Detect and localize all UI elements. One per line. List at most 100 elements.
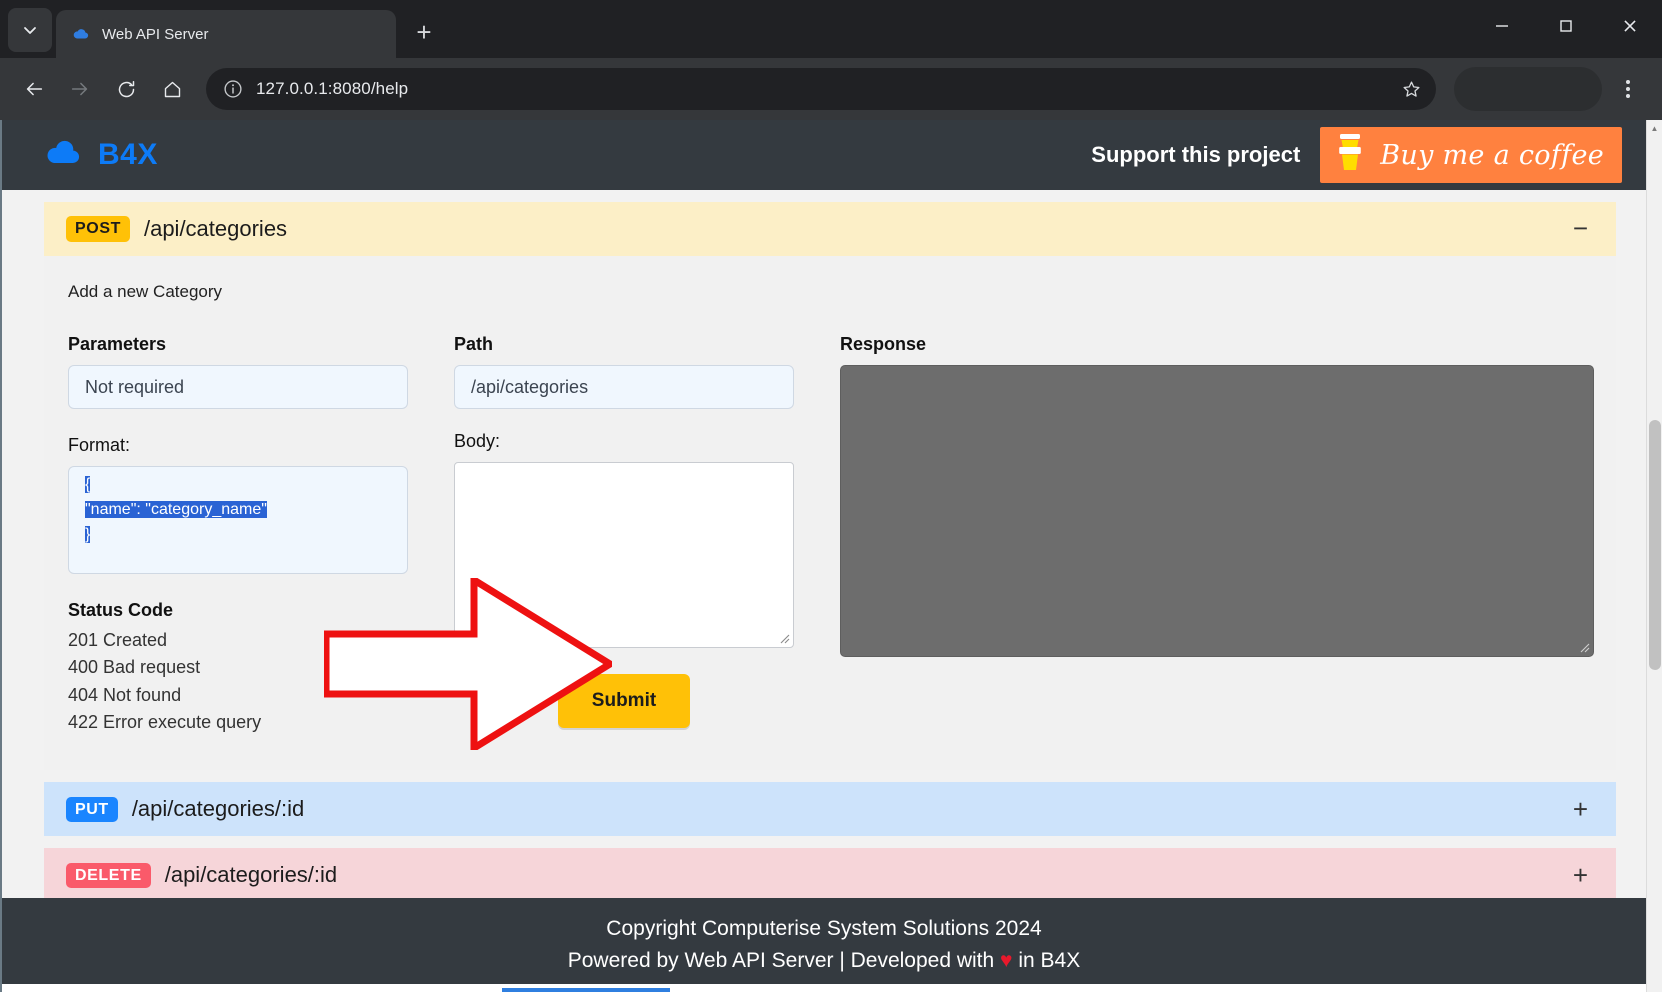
footer-credits-before: Powered by Web API Server | Developed wi… (567, 949, 1001, 972)
site-footer: Copyright Computerise System Solutions 2… (2, 898, 1646, 992)
endpoints-list: POST /api/categories − Add a new Categor… (2, 202, 1646, 903)
scroll-up-arrow-icon[interactable]: ▲ (1647, 120, 1662, 136)
endpoint-path-delete: /api/categories/:id (164, 862, 338, 888)
endpoint-put-categories-id: PUT /api/categories/:id + (44, 782, 1616, 837)
page-scrollbar[interactable]: ▲ (1646, 120, 1662, 992)
parameters-label: Parameters (68, 334, 167, 354)
arrow-left-icon (26, 82, 43, 96)
brand-name: B4X (98, 138, 158, 171)
browser-menu-button[interactable] (1608, 67, 1648, 111)
format-line-3: } (85, 525, 91, 543)
parameters-input[interactable]: Not required (68, 365, 408, 409)
minimize-icon (1496, 25, 1508, 27)
address-bar[interactable]: 127.0.0.1:8080/help (206, 68, 1436, 110)
window-controls (1470, 0, 1662, 52)
back-button[interactable] (14, 69, 54, 109)
web-page: B4X Support this project Buy me a coffee… (0, 120, 1646, 992)
bookmark-star-icon[interactable] (1394, 72, 1428, 106)
forward-button[interactable] (60, 69, 100, 109)
coffee-cup-icon (1334, 132, 1366, 179)
browser-titlebar: Web API Server + (0, 0, 1662, 58)
path-input[interactable]: /api/categories (454, 365, 794, 409)
format-textarea[interactable]: { "name": "category_name"} (68, 466, 408, 574)
reload-icon (118, 80, 134, 97)
cloud-logo-icon (44, 139, 82, 172)
maximize-button[interactable] (1534, 0, 1598, 52)
format-line-1: { (85, 476, 91, 493)
resize-handle-icon[interactable] (1576, 639, 1590, 653)
status-code-item: 201 Created (68, 630, 168, 650)
format-line-2: "name": "category_name" (85, 500, 267, 518)
body-label: Body: (454, 431, 501, 451)
request-column: Path /api/categories Body: Submit (454, 334, 794, 736)
status-code-item: 404 Not found (68, 684, 182, 705)
method-badge-delete: DELETE (66, 862, 151, 889)
endpoint-header-post[interactable]: POST /api/categories − (44, 202, 1616, 256)
arrow-right-icon (71, 82, 88, 96)
close-icon[interactable] (360, 21, 386, 47)
minimize-button[interactable] (1470, 0, 1534, 52)
format-label: Format: (68, 435, 131, 455)
site-header: B4X Support this project Buy me a coffee (2, 120, 1646, 190)
site-info-icon[interactable] (220, 76, 246, 102)
buy-me-a-coffee-button[interactable]: Buy me a coffee (1320, 127, 1622, 183)
footer-credits: Powered by Web API Server | Developed wi… (568, 949, 1080, 973)
endpoint-delete-categories-id: DELETE /api/categories/:id + (44, 848, 1616, 903)
browser-tab[interactable]: Web API Server (56, 10, 396, 58)
url-text: 127.0.0.1:8080/help (256, 79, 409, 98)
page-viewport: B4X Support this project Buy me a coffee… (0, 120, 1662, 992)
footer-bottom-strip (2, 984, 1646, 992)
endpoint-path-post: /api/categories (143, 216, 288, 241)
home-button[interactable] (152, 69, 192, 109)
browser-toolbar: 127.0.0.1:8080/help (0, 58, 1662, 120)
endpoint-post-categories: POST /api/categories − Add a new Categor… (44, 202, 1616, 771)
browser-window: Web API Server + 127.0.0.1:8080/help B4X… (0, 0, 1662, 992)
response-textarea[interactable] (840, 365, 1594, 657)
close-icon (1624, 20, 1636, 32)
taskbar-indicator (502, 988, 670, 992)
endpoint-header-put[interactable]: PUT /api/categories/:id + (44, 782, 1616, 837)
profile-button[interactable] (1454, 67, 1602, 111)
close-window-button[interactable] (1598, 0, 1662, 52)
menu-dot-icon (1626, 94, 1630, 98)
expand-toggle-put[interactable]: + (1573, 796, 1594, 821)
method-badge-put: PUT (66, 796, 118, 823)
coffee-label: Buy me a coffee (1380, 139, 1604, 171)
submit-button[interactable]: Submit (557, 674, 691, 728)
menu-dot-icon (1626, 87, 1630, 91)
resize-handle-icon[interactable] (776, 630, 790, 644)
path-label: Path (454, 334, 494, 354)
status-code-item: 400 Bad request (68, 657, 201, 678)
menu-dot-icon (1626, 80, 1630, 84)
scrollbar-thumb[interactable] (1649, 420, 1661, 670)
status-code-item: 422 Error execute query (68, 712, 262, 733)
footer-credits-after: in B4X (1012, 949, 1081, 972)
support-section: Support this project Buy me a coffee (1091, 120, 1646, 190)
endpoint-columns: Parameters Not required Format: { "name":… (66, 334, 1594, 736)
maximize-icon (1560, 20, 1572, 32)
endpoint-description: Add a new Category (68, 282, 223, 301)
chevron-down-icon (24, 27, 36, 34)
heart-icon: ♥ (1000, 949, 1013, 972)
home-icon (164, 81, 180, 97)
expand-toggle-delete[interactable]: + (1573, 862, 1594, 887)
response-column: Response (840, 334, 1594, 736)
parameters-column: Parameters Not required Format: { "name":… (68, 334, 408, 736)
endpoint-body-post: Add a new Category Parameters Not requir… (44, 256, 1616, 771)
method-badge-post: POST (66, 216, 130, 242)
reload-button[interactable] (106, 69, 146, 109)
tab-search-button[interactable] (8, 8, 52, 52)
tab-title: Web API Server (102, 25, 209, 43)
brand-logo[interactable]: B4X (44, 138, 158, 172)
support-text: Support this project (1091, 142, 1301, 167)
endpoint-path-put: /api/categories/:id (131, 796, 305, 822)
endpoint-header-delete[interactable]: DELETE /api/categories/:id + (44, 848, 1616, 903)
cloud-icon (72, 25, 90, 43)
status-code-title: Status Code (68, 600, 174, 620)
body-textarea[interactable] (454, 462, 794, 648)
collapse-toggle-post[interactable]: − (1573, 216, 1594, 241)
new-tab-button[interactable]: + (406, 14, 442, 50)
response-label: Response (840, 334, 927, 354)
footer-copyright: Copyright Computerise System Solutions 2… (606, 917, 1042, 940)
submit-row: Submit (454, 674, 794, 728)
